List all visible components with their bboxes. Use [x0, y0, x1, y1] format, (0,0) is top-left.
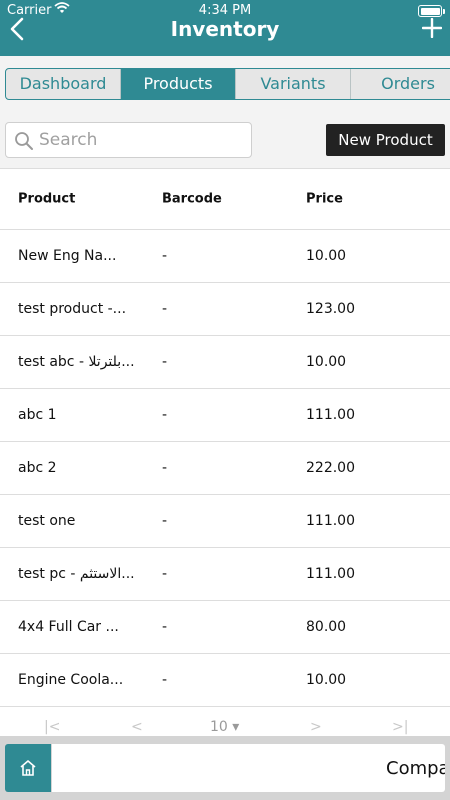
product-price: 222.00 [306, 460, 355, 476]
table-row[interactable]: Engine Coola... - 10.00 [0, 654, 450, 707]
table-row[interactable]: 4x4 Full Car ... - 80.00 [0, 601, 450, 654]
table-row[interactable]: test pc - الاستثم... - 111.00 [0, 548, 450, 601]
page-size-select[interactable]: 10 ▾ [210, 719, 239, 735]
tab-dashboard[interactable]: Dashboard [6, 69, 121, 99]
product-price: 10.00 [306, 248, 347, 264]
search-icon [15, 132, 33, 150]
add-icon[interactable] [422, 18, 442, 38]
product-name: test abc - بلترتلا... [18, 354, 135, 370]
table-row[interactable]: New Eng Na... - 10.00 [0, 230, 450, 283]
first-page-icon[interactable]: |< [44, 719, 60, 735]
table-header: Product Barcode Price [0, 169, 450, 230]
company-selector[interactable]: Company [52, 744, 445, 792]
product-name: abc 1 [18, 407, 57, 423]
product-barcode: - [162, 301, 168, 317]
tab-products[interactable]: Products [121, 69, 236, 99]
product-price: 10.00 [306, 672, 347, 688]
search-input[interactable]: Search [5, 122, 252, 158]
column-header-barcode[interactable]: Barcode [162, 192, 222, 207]
table-row[interactable]: test abc - بلترتلا... - 10.00 [0, 336, 450, 389]
new-product-button[interactable]: New Product [326, 124, 445, 156]
search-toolbar: Search New Product [0, 112, 450, 169]
product-price: 111.00 [306, 566, 355, 582]
tab-variants[interactable]: Variants [236, 69, 351, 99]
product-price: 80.00 [306, 619, 347, 635]
prev-page-icon[interactable]: < [131, 719, 143, 735]
product-name: test product -... [18, 301, 127, 317]
product-price: 111.00 [306, 513, 355, 529]
product-barcode: - [162, 354, 168, 370]
product-barcode: - [162, 513, 168, 529]
product-name: test pc - الاستثم... [18, 566, 135, 582]
last-page-icon[interactable]: >| [392, 719, 408, 735]
product-price: 111.00 [306, 407, 355, 423]
product-barcode: - [162, 672, 168, 688]
product-barcode: - [162, 407, 168, 423]
column-header-price[interactable]: Price [306, 192, 343, 207]
pagination: |< < 10 ▾ > >| [0, 714, 450, 736]
product-name: New Eng Na... [18, 248, 117, 264]
tabs-bar: Dashboard Products Variants Orders [0, 56, 450, 112]
product-barcode: - [162, 566, 168, 582]
company-label: Company [386, 758, 445, 779]
products-table: Product Barcode Price New Eng Na... - 10… [0, 169, 450, 707]
product-barcode: - [162, 619, 168, 635]
product-barcode: - [162, 248, 168, 264]
home-button[interactable] [5, 744, 51, 792]
product-name: test one [18, 513, 76, 529]
product-price: 10.00 [306, 354, 347, 370]
product-price: 123.00 [306, 301, 355, 317]
battery-icon [418, 5, 445, 17]
table-row[interactable]: abc 2 - 222.00 [0, 442, 450, 495]
home-icon [20, 760, 36, 776]
column-header-product[interactable]: Product [18, 192, 75, 207]
product-name: abc 2 [18, 460, 57, 476]
app-header: Carrier 4:34 PM Inventory [0, 0, 450, 56]
table-row[interactable]: test one - 111.00 [0, 495, 450, 548]
product-name: 4x4 Full Car ... [18, 619, 119, 635]
table-row[interactable]: abc 1 - 111.00 [0, 389, 450, 442]
tab-orders[interactable]: Orders [351, 69, 450, 99]
segmented-tabs: Dashboard Products Variants Orders [5, 68, 450, 100]
page-title: Inventory [170, 17, 280, 41]
product-name: Engine Coola... [18, 672, 124, 688]
status-time: 4:34 PM [198, 3, 252, 18]
product-barcode: - [162, 460, 168, 476]
next-page-icon[interactable]: > [310, 719, 322, 735]
bottom-bar: Company [0, 736, 450, 800]
search-placeholder: Search [39, 130, 98, 150]
table-row[interactable]: test product -... - 123.00 [0, 283, 450, 336]
